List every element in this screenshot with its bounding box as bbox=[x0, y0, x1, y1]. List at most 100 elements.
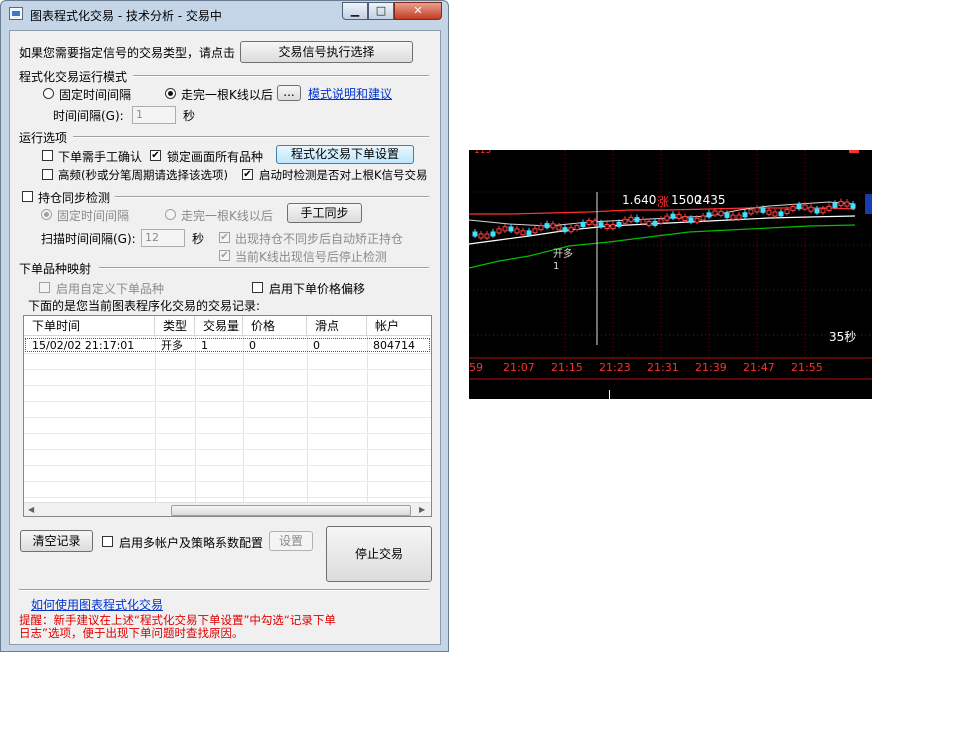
mode-group-title: 程式化交易运行模式 bbox=[19, 70, 128, 84]
manual-sync-button[interactable]: 手工同步 bbox=[287, 203, 362, 223]
candle-body bbox=[670, 213, 676, 219]
scan-interval-input[interactable]: 12 bbox=[141, 229, 185, 247]
column-header-slippage[interactable]: 滑点 bbox=[307, 316, 367, 336]
auto-fix-checkbox[interactable]: ✔ bbox=[219, 232, 230, 243]
candle-body bbox=[832, 202, 838, 208]
custom-symbol-checkbox[interactable] bbox=[39, 282, 50, 293]
candle-body bbox=[664, 215, 670, 221]
candle-body bbox=[760, 207, 766, 213]
clear-records-button[interactable]: 清空记录 bbox=[20, 530, 93, 552]
right-edge-marker bbox=[865, 194, 872, 214]
after-kline-radio[interactable] bbox=[165, 88, 176, 99]
custom-symbol-label: 启用自定义下单品种 bbox=[56, 282, 165, 296]
mapping-group-divider bbox=[99, 267, 429, 269]
auto-fix-label: 出现持仓不同步后自动矫正持仓 bbox=[235, 232, 404, 246]
column-header-account[interactable]: 帐户 bbox=[367, 316, 431, 336]
candle-body bbox=[496, 228, 502, 234]
time-tick-label: 21:31 bbox=[647, 361, 679, 374]
grid-line bbox=[307, 336, 308, 504]
candle-body bbox=[814, 208, 820, 214]
candle-body bbox=[508, 226, 514, 232]
fixed-interval-radio[interactable] bbox=[43, 88, 54, 99]
lock-all-checkbox[interactable]: ✔ bbox=[150, 150, 161, 161]
records-caption: 下面的是您当前图表程序化交易的交易记录: bbox=[28, 299, 261, 313]
trade-records-list[interactable]: 下单时间 类型 交易量 价格 滑点 帐户 15/02/02 21:17:01 开… bbox=[23, 315, 432, 517]
run-group-title: 运行选项 bbox=[19, 131, 68, 145]
grid-line bbox=[243, 336, 244, 504]
pos-fixed-interval-radio[interactable] bbox=[41, 209, 52, 220]
scan-interval-unit: 秒 bbox=[192, 232, 205, 246]
signal-qty: 1 bbox=[553, 261, 560, 272]
pos-after-kline-radio[interactable] bbox=[165, 209, 176, 220]
candle-body bbox=[490, 231, 496, 237]
signal-label: 开多 bbox=[553, 249, 573, 260]
candle-body bbox=[826, 205, 832, 211]
grid-line bbox=[24, 353, 431, 354]
horizontal-scrollbar[interactable]: ◀ ▶ bbox=[24, 502, 431, 516]
signal-select-button[interactable]: 交易信号执行选择 bbox=[240, 41, 413, 63]
candle-body bbox=[610, 224, 616, 230]
candle-body bbox=[706, 212, 712, 218]
maximize-button[interactable]: □ bbox=[368, 2, 394, 20]
position-sync-checkbox[interactable] bbox=[22, 191, 33, 202]
column-header-time[interactable]: 下单时间 bbox=[24, 316, 155, 336]
candle-body bbox=[526, 230, 532, 236]
stop-trading-button[interactable]: 停止交易 bbox=[326, 526, 432, 582]
scan-interval-label: 扫描时间间隔(G): bbox=[41, 232, 136, 246]
scroll-right-icon[interactable]: ▶ bbox=[419, 505, 425, 514]
candle-body bbox=[694, 217, 700, 223]
high-freq-checkbox[interactable] bbox=[42, 169, 53, 180]
extra-label: 2435 bbox=[695, 193, 726, 207]
mode-more-button[interactable]: ... bbox=[277, 85, 301, 101]
tip-text: 提醒：新手建议在上述“程式化交易下单设置”中勾选“记录下单日志”选项，便于出现下… bbox=[19, 613, 336, 640]
candle-body bbox=[478, 233, 484, 239]
candle-body bbox=[658, 218, 664, 224]
candle-body bbox=[538, 225, 544, 231]
candle-body bbox=[520, 230, 526, 236]
candle-body bbox=[748, 209, 754, 215]
check-on-start-checkbox[interactable]: ✔ bbox=[242, 169, 253, 180]
price-offset-checkbox[interactable] bbox=[252, 282, 263, 293]
candle-body bbox=[580, 221, 586, 227]
fixed-interval-label: 固定时间间隔 bbox=[59, 88, 132, 102]
column-header-volume[interactable]: 交易量 bbox=[195, 316, 243, 336]
candle-body bbox=[778, 211, 784, 217]
minimize-button[interactable]: ▁ bbox=[342, 2, 368, 20]
candle-body bbox=[574, 225, 580, 231]
candle-body bbox=[844, 201, 850, 207]
candle-body bbox=[484, 233, 490, 239]
column-header-type[interactable]: 类型 bbox=[155, 316, 195, 336]
interval-input[interactable]: 1 bbox=[132, 106, 176, 124]
mode-help-link[interactable]: 模式说明和建议 bbox=[308, 85, 392, 102]
position-group-divider bbox=[115, 196, 429, 198]
signal-prompt: 如果您需要指定信号的交易类型，请点击 bbox=[19, 46, 236, 60]
title-bar[interactable]: 图表程式化交易 - 技术分析 - 交易中 ▁ □ ✕ bbox=[1, 1, 450, 29]
manual-confirm-label: 下单需手工确认 bbox=[58, 150, 143, 164]
position-group-title: 持仓同步检测 bbox=[38, 191, 111, 205]
time-axis: 59 21:07 21:15 21:23 21:31 21:39 21:47 21:55 bbox=[469, 361, 872, 377]
stop-check-checkbox[interactable]: ✔ bbox=[219, 250, 230, 261]
grid-line bbox=[24, 401, 431, 402]
order-settings-button[interactable]: 程式化交易下单设置 bbox=[276, 145, 414, 164]
multi-account-settings-button[interactable]: 设置 bbox=[269, 531, 313, 551]
after-kline-label: 走完一根K线以后 bbox=[181, 88, 273, 102]
scroll-thumb[interactable] bbox=[171, 505, 411, 516]
candle-body bbox=[562, 227, 568, 233]
candle-body bbox=[640, 219, 646, 225]
candle-body bbox=[586, 219, 592, 225]
scroll-left-icon[interactable]: ◀ bbox=[28, 505, 34, 514]
candle-body bbox=[622, 218, 628, 224]
up-label: 涨 bbox=[657, 195, 670, 209]
grid-line bbox=[24, 449, 431, 450]
grid-line bbox=[24, 417, 431, 418]
high-freq-label: 高频(秒或分笔周期请选择该选项) bbox=[58, 168, 228, 182]
manual-confirm-checkbox[interactable] bbox=[42, 150, 53, 161]
multi-account-checkbox[interactable] bbox=[102, 536, 113, 547]
mapping-group-title: 下单品种映射 bbox=[19, 262, 92, 276]
close-button[interactable]: ✕ bbox=[394, 2, 442, 20]
how-to-link[interactable]: 如何使用图表程式化交易 bbox=[31, 596, 163, 613]
price-chart[interactable]: 115 1.640 涨 1500 2435 开多 1 35秒 59 21:07 21… bbox=[469, 150, 872, 399]
time-tick-label: 21:39 bbox=[695, 361, 727, 374]
candle-body bbox=[838, 201, 844, 207]
column-header-price[interactable]: 价格 bbox=[243, 316, 307, 336]
